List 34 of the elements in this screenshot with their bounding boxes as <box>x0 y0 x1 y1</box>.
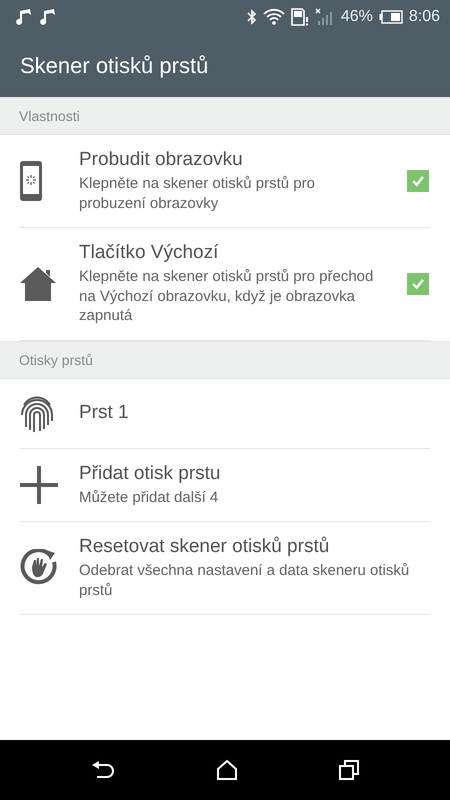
checkbox[interactable] <box>407 272 429 295</box>
wifi-icon <box>262 8 285 26</box>
recent-apps-icon[interactable] <box>339 760 360 780</box>
section-header: Vlastnosti <box>0 97 450 135</box>
settings-item[interactable]: Přidat otisk prstu Můžete přidat další 4 <box>20 448 430 522</box>
battery-icon <box>378 10 403 24</box>
checkbox[interactable] <box>407 170 429 192</box>
item-title: Přidat otisk prstu <box>79 462 222 484</box>
item-title: Tlačítko Výchozí <box>79 242 220 264</box>
signal-icon <box>314 8 335 26</box>
item-description: Klepněte na skener otisků prstů pro probuzení obrazovky <box>79 174 316 213</box>
item-description: Klepněte na skener otisků prstů pro přechod na Výchozí obrazovku, když je obrazovka zapnutá <box>79 267 374 326</box>
sim-card-icon <box>290 8 309 26</box>
back-icon[interactable] <box>90 761 115 779</box>
plus-icon <box>20 466 58 504</box>
battery-percent: 46% <box>340 8 373 26</box>
screen-title: Skener otisků prstů <box>20 52 208 78</box>
item-title: Resetovat skener otisků prstů <box>79 536 330 558</box>
clock-time: 8:06 <box>408 8 440 26</box>
item-description: Můžete přidat další 4 <box>79 488 220 507</box>
hand-reset-icon <box>20 549 58 587</box>
house-icon <box>20 266 56 301</box>
item-title: Probudit obrazovku <box>79 149 244 171</box>
music-note-icon <box>38 9 56 25</box>
section-header: Otisky prstů <box>0 340 450 378</box>
item-description: Odebrat všechna nastavení a data skeneru otisků prstů <box>79 561 410 600</box>
settings-item[interactable]: Resetovat skener otisků prstů Odebrat všechna nastavení a data skeneru otisků prstů <box>20 522 430 615</box>
phone-icon <box>20 161 42 201</box>
settings-item[interactable]: Prst 1 <box>20 378 430 448</box>
home-icon[interactable] <box>216 760 238 780</box>
music-note-icon <box>14 9 32 25</box>
bluetooth-icon <box>246 9 257 25</box>
item-title: Prst 1 <box>79 402 130 424</box>
settings-item[interactable]: Probudit obrazovku Klepněte na skener otisků prstů pro probuzení obrazovky <box>20 135 430 228</box>
